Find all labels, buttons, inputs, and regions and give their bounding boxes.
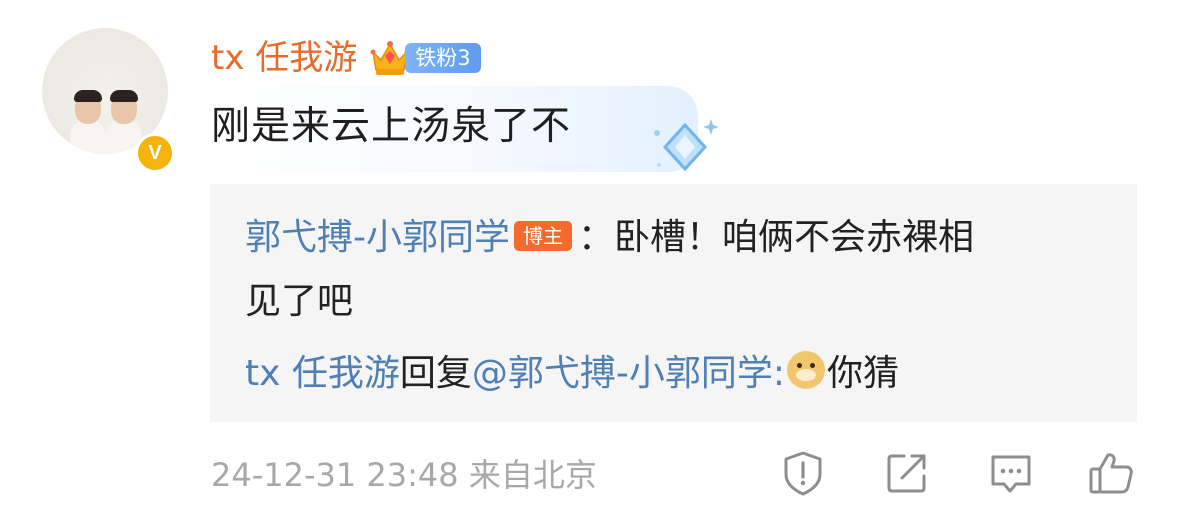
reply-line-1: 郭弋搏-小郭同学 博主 ：卧槽！咱俩不会赤裸相 [245, 210, 974, 266]
report-button[interactable] [778, 448, 828, 498]
reply-line-2: 见了吧 [245, 274, 353, 330]
like-button[interactable] [1086, 448, 1136, 498]
comment-header: tx 任我游 铁粉3 [211, 36, 481, 80]
reply-text-line2: 见了吧 [245, 281, 354, 322]
mention-colon: : [772, 353, 786, 394]
comment-text: 刚是来云上汤泉了不 [211, 104, 572, 149]
avatar[interactable]: V [42, 28, 175, 173]
comment-location: 来自北京 [468, 456, 597, 494]
comment-meta: 24-12-31 23:48 来自北京 [211, 455, 597, 495]
reply-colon: ： [578, 217, 615, 258]
fan-badge: 铁粉3 [405, 43, 481, 73]
doge-emoji-icon [787, 351, 826, 389]
mention-link[interactable]: @郭弋搏-小郭同学 [472, 353, 773, 394]
share-icon [887, 454, 926, 493]
report-icon [784, 451, 822, 496]
host-badge: 博主 [514, 221, 572, 251]
comment-date: 24-12-31 23:48 [211, 456, 459, 494]
avatar-person-left [70, 121, 106, 154]
avatar-face-left [74, 90, 102, 124]
reply-user-link[interactable]: tx 任我游 [245, 353, 400, 394]
comment-icon [991, 455, 1031, 493]
reply-author-link[interactable]: 郭弋搏-小郭同学 [245, 217, 510, 258]
like-icon [1089, 453, 1133, 494]
avatar-face-right [110, 90, 138, 124]
reply-text-line1: 卧槽！咱俩不会赤裸相 [614, 217, 975, 258]
reply-text: 你猜 [827, 353, 900, 394]
diamond-decoration-icon [654, 119, 719, 172]
username[interactable]: tx 任我游 [211, 36, 357, 80]
reply-word: 回复 [399, 353, 472, 394]
reply-box[interactable]: 郭弋搏-小郭同学 博主 ：卧槽！咱俩不会赤裸相 见了吧 tx 任我游回复@郭弋搏-小… [210, 184, 1137, 422]
reply-line-3: tx 任我游回复@郭弋搏-小郭同学: 你猜 [245, 346, 899, 402]
share-button[interactable] [882, 448, 932, 498]
verified-icon: V [135, 133, 175, 173]
comment-button[interactable] [986, 448, 1036, 498]
